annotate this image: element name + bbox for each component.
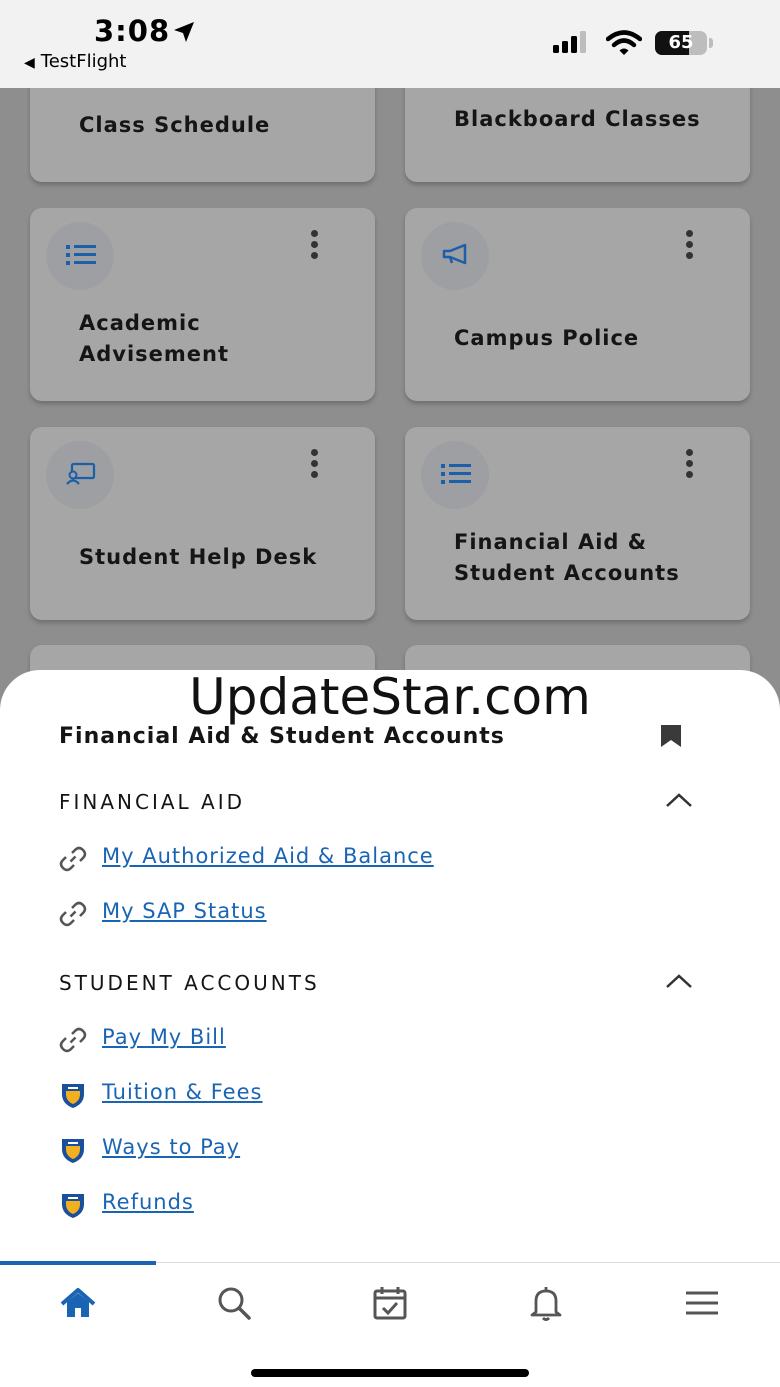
bookmark-icon[interactable] xyxy=(660,724,682,748)
battery-indicator: 65 xyxy=(655,31,707,55)
more-options-icon[interactable] xyxy=(686,230,694,263)
calendar-check-icon[interactable] xyxy=(370,1283,410,1323)
tile-label: Academic Advisement xyxy=(79,311,230,366)
list-icon xyxy=(66,245,96,265)
battery-cap xyxy=(709,38,713,48)
back-app-label: TestFlight xyxy=(40,51,127,72)
tile-icon-circle xyxy=(46,441,114,509)
tile-icon-circle xyxy=(46,222,114,290)
menu-icon[interactable] xyxy=(682,1283,722,1323)
link-label: Tuition & Fees xyxy=(102,1080,263,1104)
list-icon xyxy=(441,464,471,484)
link-label: Refunds xyxy=(102,1190,194,1214)
link-icon xyxy=(59,901,87,927)
link-label: My SAP Status xyxy=(102,899,267,923)
help-desk-icon xyxy=(66,462,96,485)
tile-financial-aid[interactable]: Financial Aid & Student Accounts xyxy=(405,427,750,620)
link-label: Pay My Bill xyxy=(102,1025,226,1049)
more-options-icon[interactable] xyxy=(311,449,319,482)
section-heading-student-accounts: STUDENT ACCOUNTS xyxy=(59,971,320,995)
wifi-icon xyxy=(606,30,642,55)
more-options-icon[interactable] xyxy=(686,449,694,482)
status-time: 3:08 xyxy=(94,14,171,48)
active-tab-indicator xyxy=(0,1261,156,1265)
back-triangle-icon: ◀ xyxy=(24,55,35,71)
watermark: UpdateStar.com xyxy=(189,668,591,726)
chevron-up-icon[interactable] xyxy=(665,973,693,989)
tile-label: Blackboard Classes xyxy=(454,107,701,131)
tile-student-help-desk[interactable]: Student Help Desk xyxy=(30,427,375,620)
more-options-icon[interactable] xyxy=(311,230,319,263)
tile-label: Campus Police xyxy=(454,326,640,350)
link-label: Ways to Pay xyxy=(102,1135,241,1159)
home-indicator xyxy=(251,1369,529,1377)
megaphone-icon xyxy=(442,243,467,265)
link-label: My Authorized Aid & Balance xyxy=(102,844,434,868)
tile-campus-police[interactable]: Campus Police xyxy=(405,208,750,401)
battery-level: 65 xyxy=(668,32,694,53)
tile-label: Financial Aid & Student Accounts xyxy=(454,530,680,585)
home-icon[interactable] xyxy=(58,1283,98,1323)
shield-logo-icon xyxy=(62,1194,84,1218)
tab-bar xyxy=(0,1261,780,1387)
tile-academic-advisement[interactable]: Academic Advisement xyxy=(30,208,375,401)
section-heading-financial-aid: FINANCIAL AID xyxy=(59,790,246,814)
tile-icon-circle xyxy=(421,222,489,290)
link-icon xyxy=(59,846,87,872)
location-arrow-icon xyxy=(174,22,194,42)
bell-icon[interactable] xyxy=(526,1283,566,1323)
cellular-signal-icon xyxy=(553,31,586,53)
search-icon[interactable] xyxy=(214,1283,254,1323)
link-icon xyxy=(59,1027,87,1053)
shield-logo-icon xyxy=(62,1139,84,1163)
shield-logo-icon xyxy=(62,1084,84,1108)
status-bar: 3:08 ◀ TestFlight 65 xyxy=(0,0,780,88)
sheet-title: Financial Aid & Student Accounts xyxy=(59,724,505,749)
back-to-app-button[interactable]: ◀ TestFlight xyxy=(24,51,126,72)
tile-label: Student Help Desk xyxy=(79,545,318,569)
tile-icon-circle xyxy=(421,441,489,509)
chevron-up-icon[interactable] xyxy=(665,792,693,808)
tile-label: Class Schedule xyxy=(79,113,271,137)
